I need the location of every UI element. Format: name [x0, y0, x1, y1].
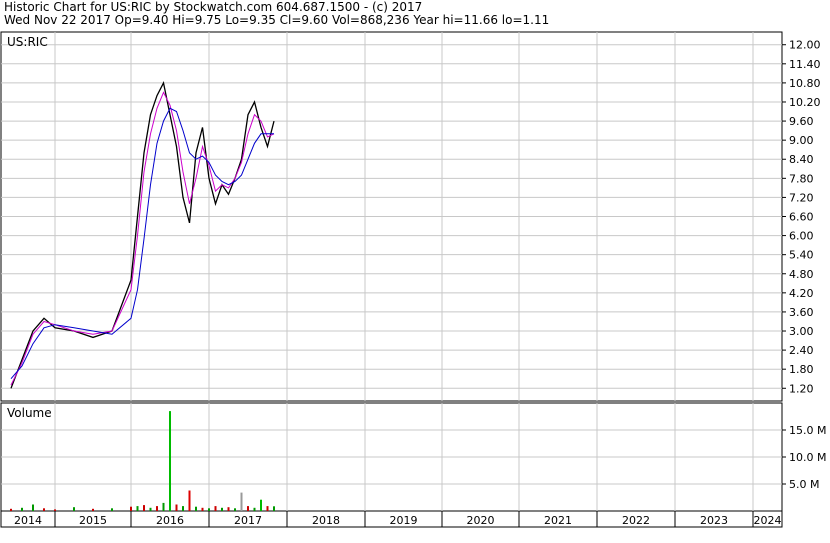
price-tick-label: 6.00: [789, 230, 814, 243]
volume-bar: [54, 509, 56, 511]
volume-bar: [234, 508, 236, 511]
year-label-2015: 2015: [79, 514, 107, 527]
volume-tick-label: 10.0 M: [789, 451, 826, 464]
volume-bar: [136, 506, 139, 511]
year-label-2014: 2014: [14, 514, 42, 527]
price-tick-label: 2.40: [789, 344, 814, 357]
volume-tick-label: 15.0 M: [789, 424, 826, 437]
price-tick-label: 7.20: [789, 191, 814, 204]
price-tick-label: 10.20: [789, 96, 821, 109]
volume-bar: [260, 499, 262, 511]
volume-bar: [156, 506, 158, 511]
year-label-2018: 2018: [312, 514, 340, 527]
volume-bar: [240, 492, 243, 511]
year-label-2019: 2019: [390, 514, 418, 527]
volume-bar: [32, 504, 34, 511]
volume-panel-frame: [0, 402, 783, 512]
year-label-2022: 2022: [622, 514, 650, 527]
price-tick-label: 3.60: [789, 306, 814, 319]
volume-bar: [73, 507, 75, 511]
price-tick-label: 4.20: [789, 287, 814, 300]
price-tick-label: 3.00: [789, 325, 814, 338]
volume-bar: [247, 506, 249, 511]
volume-bar: [195, 506, 197, 511]
volume-bar: [111, 508, 113, 511]
volume-bar: [253, 507, 256, 511]
price-tick-label: 1.80: [789, 363, 814, 376]
price-panel-frame: [0, 31, 783, 402]
volume-bar: [188, 490, 191, 511]
volume-bar: [266, 506, 269, 511]
year-label-2017: 2017: [234, 514, 262, 527]
short-moving-average-line: [10, 91, 275, 386]
price-tick-label: 9.00: [789, 134, 814, 147]
volume-bar: [162, 502, 165, 511]
year-label-2020: 2020: [467, 514, 495, 527]
volume-bar: [182, 506, 184, 511]
year-label-2024: 2024: [754, 514, 782, 527]
price-line: [10, 80, 275, 389]
year-label-2021: 2021: [544, 514, 572, 527]
time-axis-frame: [0, 510, 783, 528]
volume-bar: [227, 507, 230, 511]
long-moving-average-line: [10, 107, 274, 380]
volume-bar: [201, 507, 204, 511]
price-tick-label: 12.00: [789, 39, 821, 52]
volume-bar: [208, 508, 210, 511]
volume-bar: [43, 508, 45, 511]
volume-bar: [143, 505, 145, 511]
volume-bar: [221, 507, 223, 511]
price-panel-title: US:RIC: [7, 35, 48, 49]
price-tick-label: 8.40: [789, 153, 814, 166]
volume-bar: [214, 506, 217, 511]
year-label-2016: 2016: [156, 514, 184, 527]
stock-chart: 2014 2015 2016 2017 2018 2019 2020 2021 2022 2023…: [0, 31, 826, 528]
volume-panel-title: Volume: [7, 406, 52, 420]
price-tick-label: 9.60: [789, 115, 814, 128]
price-tick-label: 4.80: [789, 268, 814, 281]
price-tick-label: 10.80: [789, 77, 821, 90]
volume-bar: [130, 506, 132, 511]
price-tick-label: 1.20: [789, 382, 814, 395]
volume-bar: [169, 411, 171, 511]
volume-bar: [21, 507, 23, 511]
volume-tick-label: 5.0 M: [789, 478, 819, 491]
year-label-2023: 2023: [700, 514, 728, 527]
volume-bar: [175, 504, 178, 511]
price-tick-label: 6.60: [789, 211, 814, 224]
price-tick-label: 7.80: [789, 172, 814, 185]
volume-bar: [92, 508, 94, 511]
price-tick-label: 5.40: [789, 249, 814, 262]
volume-bar: [10, 508, 12, 511]
volume-bar: [149, 507, 152, 511]
price-tick-label: 11.40: [789, 58, 821, 71]
volume-bar: [273, 506, 275, 511]
chart-header-quote: Wed Nov 22 2017 Op=9.40 Hi=9.75 Lo=9.35 …: [4, 13, 550, 27]
